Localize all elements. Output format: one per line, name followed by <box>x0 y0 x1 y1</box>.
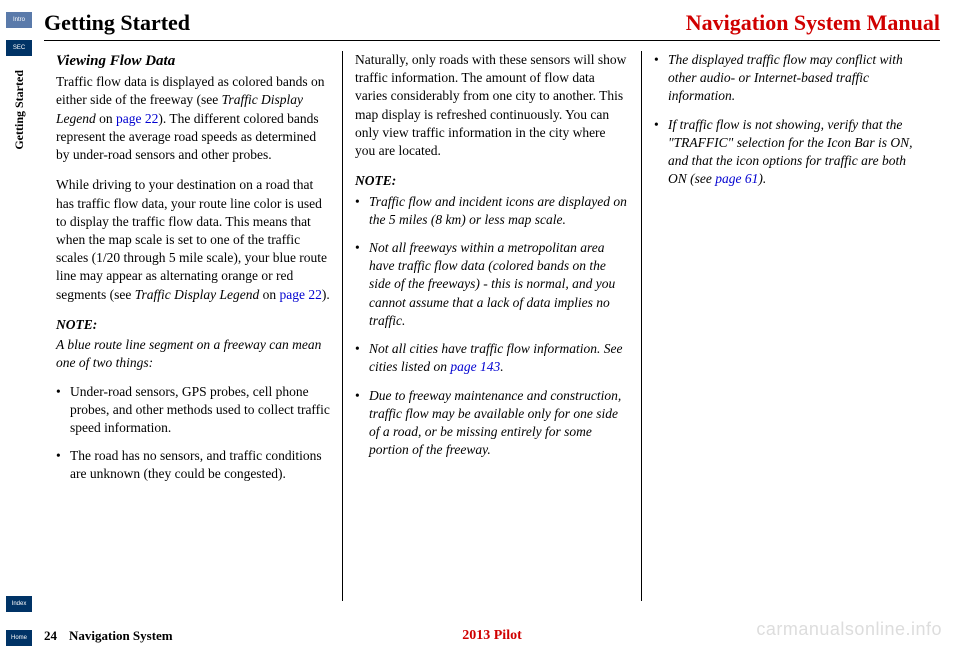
sidebar-section-label: Getting Started <box>12 70 27 150</box>
list-text: Not all cities have traffic flow informa… <box>369 340 629 376</box>
watermark: carmanualsonline.info <box>756 619 942 640</box>
text: If traffic flow is not showing, verify t… <box>668 117 913 187</box>
note-label: NOTE: <box>56 316 330 334</box>
sidebar-home-button[interactable]: Home <box>6 630 32 646</box>
bullet-icon: • <box>355 239 369 330</box>
list-text: Due to freeway maintenance and construct… <box>369 387 629 460</box>
header-manual-title: Navigation System Manual <box>686 10 940 36</box>
column-2: Naturally, only roads with these sensors… <box>342 51 641 601</box>
page-header: Getting Started Navigation System Manual <box>44 10 940 41</box>
page-link[interactable]: page 22 <box>279 287 321 302</box>
bullet-icon: • <box>654 116 668 189</box>
bullet-icon: • <box>654 51 668 106</box>
footer-title: Navigation System <box>69 628 173 644</box>
header-section-title: Getting Started <box>44 10 190 36</box>
list-item: •The road has no sensors, and traffic co… <box>56 447 330 483</box>
list-text: The displayed traffic flow may conflict … <box>668 51 928 106</box>
bullet-icon: • <box>355 193 369 229</box>
list-item: •The displayed traffic flow may conflict… <box>654 51 928 106</box>
reference-text: Traffic Display Legend <box>135 287 260 302</box>
sidebar-nav: Intro SEC Getting Started Index Home <box>0 0 38 654</box>
note-text: A blue route line segment on a freeway c… <box>56 336 330 372</box>
sidebar-index-button[interactable]: Index <box>6 596 32 612</box>
paragraph: Naturally, only roads with these sensors… <box>355 51 629 160</box>
paragraph: While driving to your destination on a r… <box>56 176 330 304</box>
content-columns: Viewing Flow Data Traffic flow data is d… <box>44 51 940 601</box>
bullet-list: •Traffic flow and incident icons are dis… <box>355 193 629 460</box>
text: on <box>259 287 279 302</box>
note-label: NOTE: <box>355 172 629 190</box>
list-item: •If traffic flow is not showing, verify … <box>654 116 928 189</box>
column-1: Viewing Flow Data Traffic flow data is d… <box>44 51 342 601</box>
footer-model: 2013 Pilot <box>462 628 522 644</box>
paragraph: Traffic flow data is displayed as colore… <box>56 73 330 164</box>
bullet-icon: • <box>355 387 369 460</box>
page-link[interactable]: page 22 <box>116 111 158 126</box>
bullet-list: •Under-road sensors, GPS probes, cell ph… <box>56 383 330 484</box>
page-number: 24 <box>44 628 57 644</box>
text: While driving to your destination on a r… <box>56 177 327 301</box>
column-3: •The displayed traffic flow may conflict… <box>641 51 940 601</box>
list-text: Not all freeways within a metropolitan a… <box>369 239 629 330</box>
bullet-list: •The displayed traffic flow may conflict… <box>654 51 928 189</box>
list-item: •Under-road sensors, GPS probes, cell ph… <box>56 383 330 438</box>
page-body: Getting Started Navigation System Manual… <box>44 10 940 644</box>
page-link[interactable]: page 143 <box>450 359 500 374</box>
sidebar-sec-button[interactable]: SEC <box>6 40 32 56</box>
page-link[interactable]: page 61 <box>715 171 758 186</box>
bullet-icon: • <box>56 447 70 483</box>
bullet-icon: • <box>355 340 369 376</box>
list-item: •Due to freeway maintenance and construc… <box>355 387 629 460</box>
list-text: Under-road sensors, GPS probes, cell pho… <box>70 383 330 438</box>
list-item: •Traffic flow and incident icons are dis… <box>355 193 629 229</box>
text: . <box>500 359 503 374</box>
section-heading: Viewing Flow Data <box>56 51 330 71</box>
list-text: Traffic flow and incident icons are disp… <box>369 193 629 229</box>
list-item: •Not all cities have traffic flow inform… <box>355 340 629 376</box>
sidebar-intro-button[interactable]: Intro <box>6 12 32 28</box>
list-text: If traffic flow is not showing, verify t… <box>668 116 928 189</box>
list-item: •Not all freeways within a metropolitan … <box>355 239 629 330</box>
text: ). <box>322 287 330 302</box>
list-text: The road has no sensors, and traffic con… <box>70 447 330 483</box>
bullet-icon: • <box>56 383 70 438</box>
text: on <box>96 111 116 126</box>
text: ). <box>758 171 766 186</box>
